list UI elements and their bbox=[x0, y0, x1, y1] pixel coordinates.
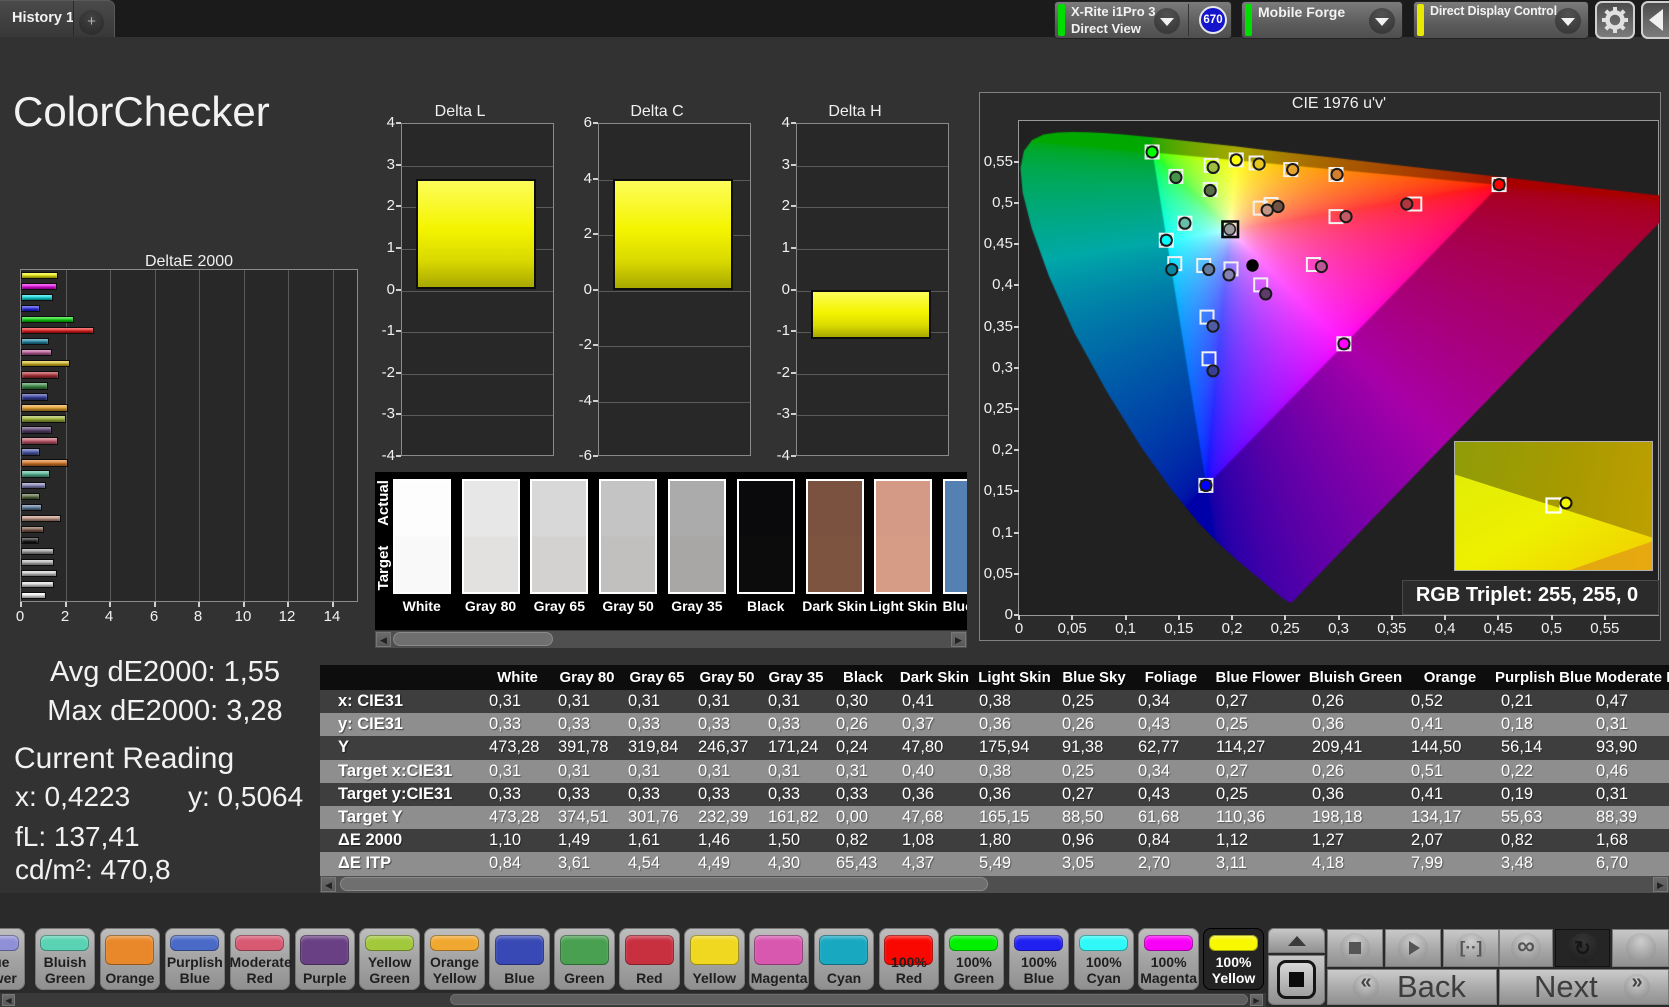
svg-text:Actual: Actual bbox=[375, 480, 392, 526]
svg-text:Target: Target bbox=[375, 546, 392, 591]
